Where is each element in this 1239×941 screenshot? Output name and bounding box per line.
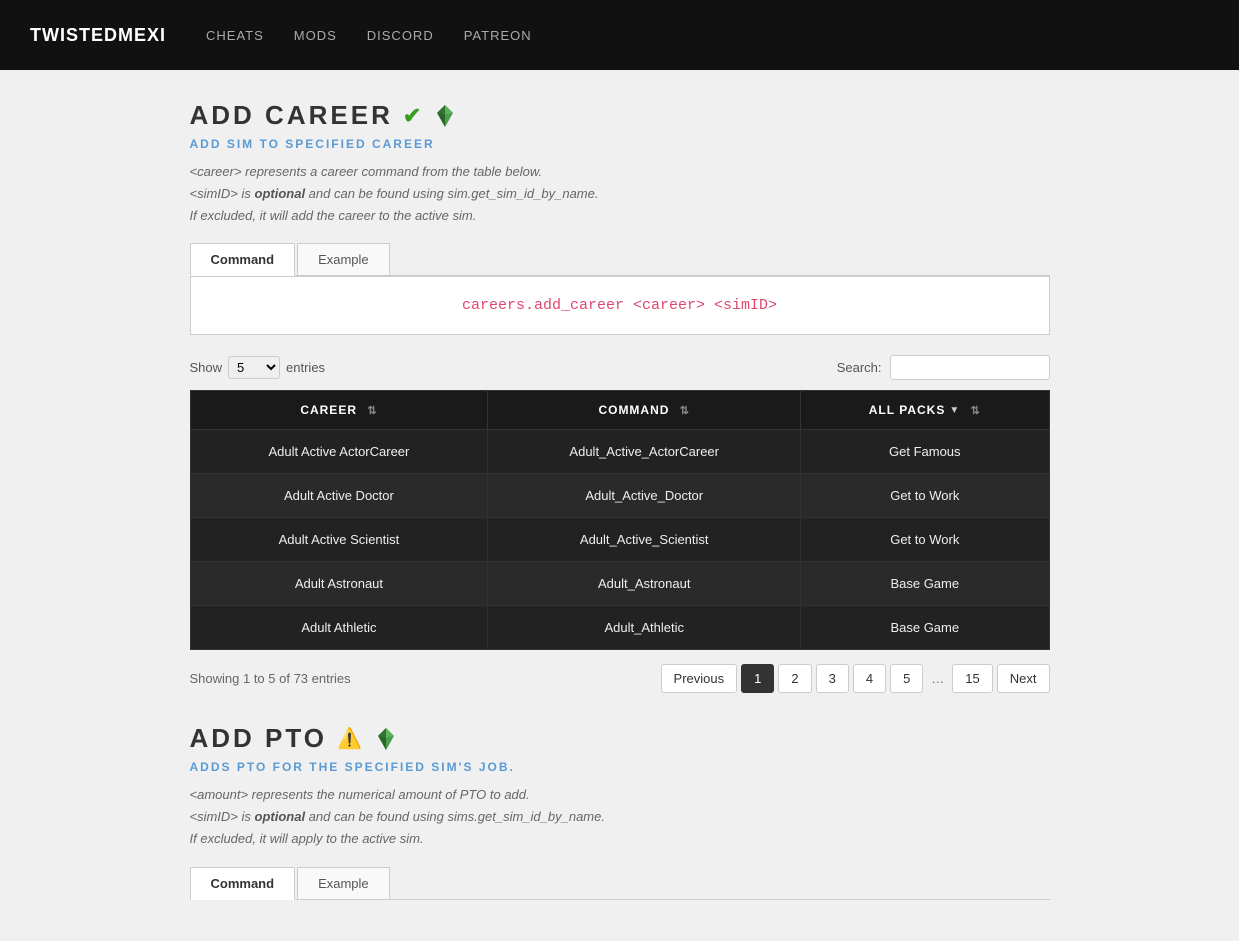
command-tabs: Command Example — [190, 243, 1050, 276]
command-cell: Adult_Active_ActorCareer — [488, 430, 801, 474]
table-header-row: CAREER ⇅ COMMAND ⇅ ALL PACKS ▼ ⇅ — [190, 391, 1049, 430]
nav-mods[interactable]: MODS — [294, 28, 337, 43]
add-pto-desc: <amount> represents the numerical amount… — [190, 784, 1050, 850]
table-row: Adult Active Doctor Adult_Active_Doctor … — [190, 474, 1049, 518]
pack-cell: Get to Work — [801, 474, 1049, 518]
command-code-box: careers.add_career <career> <simID> — [190, 276, 1050, 335]
sort-packs-icon: ⇅ — [971, 405, 981, 417]
page-3-button[interactable]: 3 — [816, 664, 849, 693]
show-entries-control: Show 5 10 25 50 100 entries — [190, 356, 326, 379]
pack-cell: Get to Work — [801, 518, 1049, 562]
pack-cell: Base Game — [801, 606, 1049, 650]
table-row: Adult Active Scientist Adult_Active_Scie… — [190, 518, 1049, 562]
career-cell: Adult Astronaut — [190, 562, 488, 606]
col-command[interactable]: COMMAND ⇅ — [488, 391, 801, 430]
navbar: TWISTEDMEXI CHEATS MODS DISCORD PATREON — [0, 0, 1239, 70]
table-row: Adult Athletic Adult_Athletic Base Game — [190, 606, 1049, 650]
add-pto-subtitle: ADDS PTO FOR THE SPECIFIED SIM'S JOB. — [190, 760, 1050, 774]
pto-tabs: Command Example — [190, 867, 1050, 900]
add-pto-section: ADD PTO ⚠️ ADDS PTO FOR THE SPECIFIED SI… — [190, 723, 1050, 899]
career-cell: Adult Active ActorCareer — [190, 430, 488, 474]
plumbob-icon-2 — [375, 728, 397, 750]
nav-discord[interactable]: DISCORD — [367, 28, 434, 43]
show-label: Show — [190, 360, 223, 375]
command-text: careers.add_career <career> <simID> — [462, 297, 777, 314]
nav-links: CHEATS MODS DISCORD PATREON — [206, 28, 532, 43]
page-ellipsis: … — [927, 665, 948, 692]
sort-career-icon: ⇅ — [367, 405, 377, 417]
nav-cheats[interactable]: CHEATS — [206, 28, 264, 43]
next-button[interactable]: Next — [997, 664, 1050, 693]
pto-title-text: ADD PTO — [190, 723, 328, 754]
page-4-button[interactable]: 4 — [853, 664, 886, 693]
search-input[interactable] — [890, 355, 1050, 380]
career-cell: Adult Active Scientist — [190, 518, 488, 562]
career-table: CAREER ⇅ COMMAND ⇅ ALL PACKS ▼ ⇅ — [190, 390, 1050, 650]
add-career-subtitle: ADD SIM TO SPECIFIED CAREER — [190, 137, 1050, 151]
main-content: ADD CAREER ✔ ADD SIM TO SPECIFIED CAREER… — [170, 70, 1070, 940]
warning-icon: ⚠️ — [337, 726, 365, 751]
command-cell: Adult_Active_Scientist — [488, 518, 801, 562]
command-cell: Adult_Astronaut — [488, 562, 801, 606]
page-5-button[interactable]: 5 — [890, 664, 923, 693]
add-career-section: ADD CAREER ✔ ADD SIM TO SPECIFIED CAREER… — [190, 100, 1050, 693]
add-career-desc: <career> represents a career command fro… — [190, 161, 1050, 227]
check-icon: ✔ — [403, 103, 424, 129]
tab-example[interactable]: Example — [297, 243, 390, 275]
entries-select[interactable]: 5 10 25 50 100 — [228, 356, 280, 379]
pagination-controls: Previous 1 2 3 4 5 … 15 Next — [661, 664, 1050, 693]
table-controls: Show 5 10 25 50 100 entries Search: — [190, 355, 1050, 380]
pto-tab-command[interactable]: Command — [190, 867, 296, 900]
col-career[interactable]: CAREER ⇅ — [190, 391, 488, 430]
nav-patreon[interactable]: PATREON — [464, 28, 532, 43]
pto-tab-example[interactable]: Example — [297, 867, 390, 899]
page-15-button[interactable]: 15 — [952, 664, 992, 693]
tab-command[interactable]: Command — [190, 243, 296, 276]
section-title: ADD CAREER ✔ — [190, 100, 1050, 131]
prev-button[interactable]: Previous — [661, 664, 738, 693]
add-pto-title: ADD PTO ⚠️ — [190, 723, 1050, 754]
table-body: Adult Active ActorCareer Adult_Active_Ac… — [190, 430, 1049, 650]
page-1-button[interactable]: 1 — [741, 664, 774, 693]
brand-logo[interactable]: TWISTEDMEXI — [30, 25, 166, 46]
search-box: Search: — [837, 355, 1050, 380]
pagination-area: Showing 1 to 5 of 73 entries Previous 1 … — [190, 664, 1050, 693]
table-row: Adult Astronaut Adult_Astronaut Base Gam… — [190, 562, 1049, 606]
all-packs-button[interactable]: ALL PACKS ▼ — [869, 403, 960, 417]
search-label: Search: — [837, 360, 882, 375]
table-row: Adult Active ActorCareer Adult_Active_Ac… — [190, 430, 1049, 474]
pack-cell: Get Famous — [801, 430, 1049, 474]
command-cell: Adult_Athletic — [488, 606, 801, 650]
page-2-button[interactable]: 2 — [778, 664, 811, 693]
career-cell: Adult Athletic — [190, 606, 488, 650]
add-career-title: ADD CAREER — [190, 100, 393, 131]
col-all-packs[interactable]: ALL PACKS ▼ ⇅ — [801, 391, 1049, 430]
plumbob-icon — [434, 105, 456, 127]
command-cell: Adult_Active_Doctor — [488, 474, 801, 518]
dropdown-arrow-icon: ▼ — [949, 405, 960, 416]
entries-label: entries — [286, 360, 325, 375]
sort-command-icon: ⇅ — [680, 405, 690, 417]
pack-cell: Base Game — [801, 562, 1049, 606]
pagination-info: Showing 1 to 5 of 73 entries — [190, 671, 351, 686]
career-cell: Adult Active Doctor — [190, 474, 488, 518]
